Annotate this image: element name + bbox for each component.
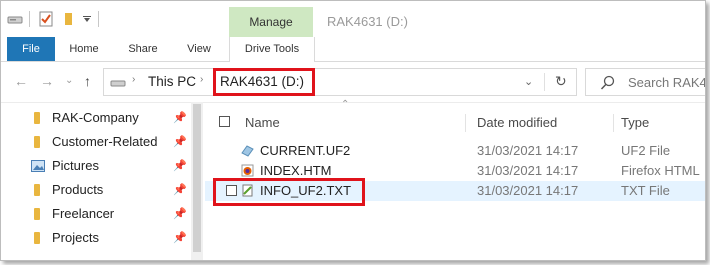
recent-locations-chevron-icon[interactable]: ⌄ [65, 71, 73, 91]
pictures-icon [31, 160, 45, 172]
sidebar-item-customer-related[interactable]: Customer-Related 📌 [1, 130, 191, 154]
file-type: Firefox HTML [621, 163, 700, 178]
file-list: ⌃ Name Date modified Type CURRENT.UF2 31… [205, 99, 705, 260]
ribbon-tabs: File Home Share View Drive Tools [1, 37, 705, 62]
column-headers: Name Date modified Type [205, 110, 705, 138]
pin-icon: 📌 [173, 232, 187, 244]
column-header-type[interactable]: Type [621, 112, 649, 134]
pin-icon: 📌 [173, 136, 187, 148]
explorer-window: Manage RAK4631 (D:) File Home Share View… [0, 0, 706, 261]
firefox-html-icon [241, 164, 254, 177]
sidebar-item-freelancer[interactable]: Freelancer 📌 [1, 202, 191, 226]
new-folder-icon[interactable] [61, 12, 75, 26]
sidebar-item-label: Customer-Related [52, 134, 158, 149]
breadcrumb-separator-icon: › [200, 74, 204, 85]
file-name: CURRENT.UF2 [260, 143, 351, 158]
manage-context-tab[interactable]: Manage [229, 7, 313, 37]
file-type: TXT File [621, 183, 670, 198]
pin-icon: 📌 [173, 160, 187, 172]
folder-icon [34, 112, 40, 124]
tab-share[interactable]: Share [121, 37, 165, 61]
up-arrow-icon[interactable]: ↑ [84, 71, 91, 91]
refresh-icon[interactable]: ↻ [555, 73, 567, 90]
highlight-box [213, 68, 315, 96]
sidebar-item-label: Freelancer [52, 206, 115, 221]
properties-icon[interactable] [39, 11, 53, 27]
file-date: 31/03/2021 14:17 [477, 183, 579, 198]
drive-icon[interactable] [7, 13, 23, 25]
pin-icon: 📌 [173, 112, 187, 124]
search-placeholder: Search RAK4 [628, 75, 706, 90]
sidebar-item-rak-company[interactable]: RAK-Company 📌 [1, 106, 191, 130]
tab-file[interactable]: File [7, 37, 55, 61]
sidebar-item-projects[interactable]: Projects 📌 [1, 226, 191, 250]
folder-icon [34, 208, 40, 220]
sidebar-item-label: Projects [52, 230, 99, 245]
navigation-bar: ← → ⌄ ↑ › This PC › RAK4631 (D:) ⌄ ↻ Sea… [1, 62, 705, 103]
uf2-file-icon [241, 145, 254, 157]
sidebar-item-label: Products [52, 182, 104, 197]
this-pc-drive-icon [110, 80, 126, 87]
file-date: 31/03/2021 14:17 [477, 163, 579, 178]
breadcrumb-separator-icon: › [132, 74, 136, 85]
select-all-checkbox[interactable] [219, 116, 230, 127]
tab-view[interactable]: View [179, 37, 219, 61]
column-header-date-modified[interactable]: Date modified [477, 112, 557, 134]
sidebar-scrollbar[interactable] [191, 102, 203, 260]
file-name: INDEX.HTM [260, 163, 332, 178]
search-icon [600, 75, 615, 90]
folder-icon [34, 232, 40, 244]
table-row[interactable]: CURRENT.UF2 31/03/2021 14:17 UF2 File [205, 141, 705, 161]
folder-icon [34, 184, 40, 196]
highlight-box [213, 178, 365, 206]
tab-drive-tools[interactable]: Drive Tools [229, 37, 315, 62]
address-bar[interactable]: › This PC › RAK4631 (D:) ⌄ ↻ [103, 68, 577, 96]
customize-toolbar-icon[interactable] [82, 15, 92, 23]
back-arrow-icon[interactable]: ← [14, 71, 28, 91]
sort-ascending-icon: ⌃ [341, 99, 350, 110]
quick-access-toolbar [1, 1, 231, 37]
pin-icon: 📌 [173, 184, 187, 196]
sidebar-item-label: Pictures [52, 158, 99, 173]
sidebar-item-products[interactable]: Products 📌 [1, 178, 191, 202]
search-box[interactable]: Search RAK4 [585, 68, 706, 96]
pin-icon: 📌 [173, 208, 187, 220]
address-dropdown-chevron-icon[interactable]: ⌄ [524, 75, 533, 88]
forward-arrow-icon[interactable]: → [40, 71, 54, 91]
tab-home[interactable]: Home [63, 37, 105, 61]
folder-icon [34, 136, 40, 148]
sidebar-item-label: RAK-Company [52, 110, 139, 125]
window-title: RAK4631 (D:) [327, 14, 408, 29]
navigation-pane: RAK-Company 📌 Customer-Related 📌 Picture… [1, 102, 203, 260]
file-type: UF2 File [621, 143, 671, 158]
column-header-name[interactable]: Name [245, 112, 280, 134]
manage-label: Manage [249, 15, 293, 29]
breadcrumb-this-pc[interactable]: This PC [148, 74, 196, 89]
sidebar-item-pictures[interactable]: Pictures 📌 [1, 154, 191, 178]
scrollbar-thumb[interactable] [193, 104, 201, 252]
file-date: 31/03/2021 14:17 [477, 143, 579, 158]
